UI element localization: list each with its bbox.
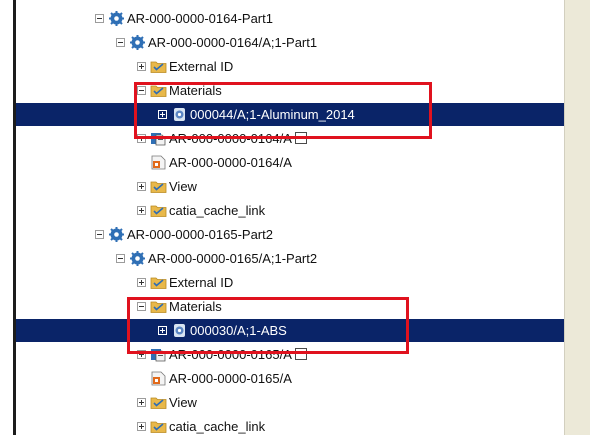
tree-node-label: View	[169, 395, 197, 410]
tree-node-label: View	[169, 179, 197, 194]
collapse-toggle[interactable]	[95, 14, 104, 23]
tree-node-label: AR-000-0000-0164/A	[169, 155, 292, 170]
highlight-box	[127, 297, 409, 354]
part-gear-icon	[109, 11, 124, 26]
folder-icon	[150, 277, 167, 289]
tree-node-label: AR-000-0000-0165/A;1-Part2	[148, 251, 318, 266]
vertical-scrollbar[interactable]	[564, 0, 590, 435]
tree-node-dataset[interactable]: AR-000-0000-0164/A	[16, 151, 564, 174]
collapse-toggle[interactable]	[116, 254, 125, 263]
folder-icon	[150, 181, 167, 193]
expand-toggle[interactable]	[137, 422, 146, 431]
part-gear-icon	[130, 35, 145, 50]
expand-toggle[interactable]	[137, 182, 146, 191]
collapse-toggle[interactable]	[95, 230, 104, 239]
tree-node-label: External ID	[169, 275, 234, 290]
expand-toggle[interactable]	[137, 398, 146, 407]
tree-node-label: catia_cache_link	[169, 203, 266, 218]
highlight-box	[134, 82, 432, 139]
tree-node-part[interactable]: AR-000-0000-0164-Part1	[16, 7, 564, 30]
folder-icon	[150, 421, 167, 433]
expand-toggle[interactable]	[137, 278, 146, 287]
tree-node-label: catia_cache_link	[169, 419, 266, 434]
tree-node-label: AR-000-0000-0164/A;1-Part1	[148, 35, 318, 50]
folder-icon	[150, 397, 167, 409]
tree-node-part-revision[interactable]: AR-000-0000-0165/A;1-Part2	[16, 247, 564, 270]
expand-toggle[interactable]	[137, 206, 146, 215]
tree-node-folder[interactable]: View	[16, 391, 564, 414]
tree-node-label: AR-000-0000-0165-Part2	[127, 227, 273, 242]
collapse-toggle[interactable]	[116, 38, 125, 47]
tree-node-folder[interactable]: External ID	[16, 271, 564, 294]
left-margin	[0, 0, 13, 435]
folder-icon	[150, 61, 167, 73]
tree-node-dataset[interactable]: AR-000-0000-0165/A	[16, 367, 564, 390]
tree-node-part[interactable]: AR-000-0000-0165-Part2	[16, 223, 564, 246]
folder-icon	[150, 205, 167, 217]
structure-tree: AR-000-0000-0164-Part1 AR-000-0000-0164/…	[16, 0, 564, 435]
part-gear-icon	[130, 251, 145, 266]
tree-node-folder[interactable]: View	[16, 175, 564, 198]
tree-node-folder[interactable]: catia_cache_link	[16, 199, 564, 222]
tree-node-folder[interactable]: External ID	[16, 55, 564, 78]
expand-toggle[interactable]	[137, 62, 146, 71]
dataset-icon	[151, 371, 166, 386]
tree-node-part-revision[interactable]: AR-000-0000-0164/A;1-Part1	[16, 31, 564, 54]
dataset-icon	[151, 155, 166, 170]
tree-node-label: External ID	[169, 59, 234, 74]
part-gear-icon	[109, 227, 124, 242]
tree-node-label: AR-000-0000-0165/A	[169, 371, 292, 386]
tree-node-label: AR-000-0000-0164-Part1	[127, 11, 273, 26]
